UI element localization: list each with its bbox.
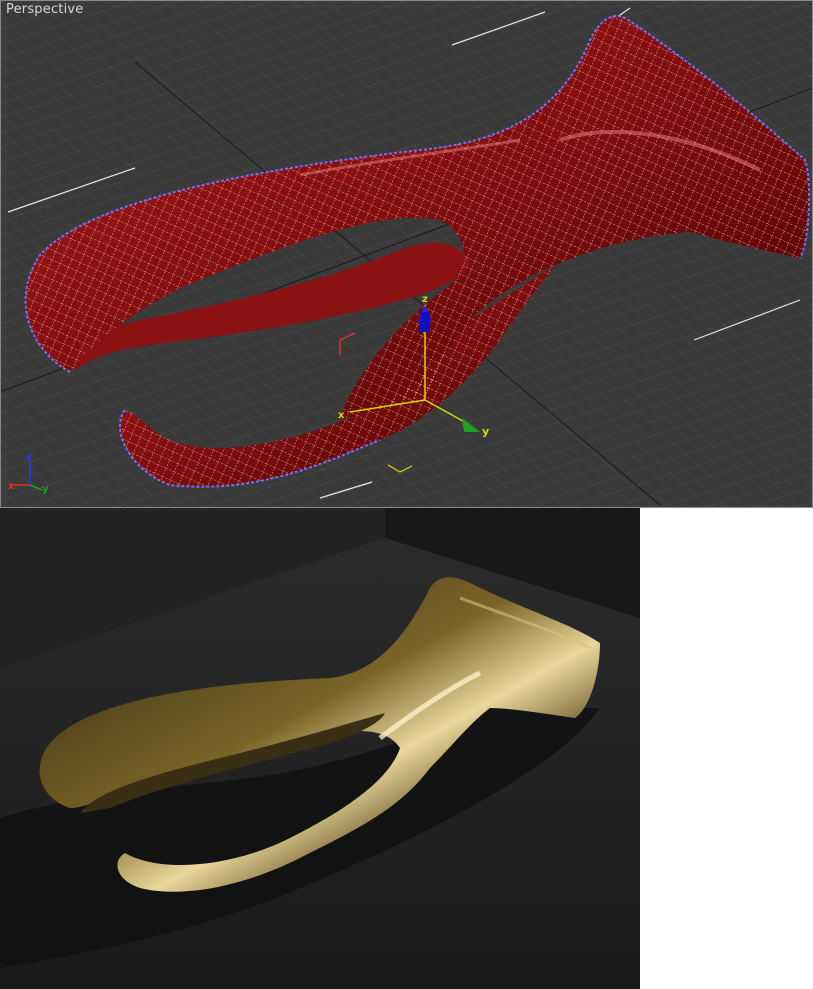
perspective-viewport[interactable]: y z x x y z Perspective: [0, 0, 813, 508]
tripod-z-label: z: [26, 452, 32, 463]
viewport-canvas[interactable]: y z x x y z: [0, 0, 813, 508]
tripod-x-label: x: [8, 481, 15, 492]
gizmo-z-label: z: [422, 294, 428, 305]
render-canvas: [0, 508, 640, 989]
empty-area: [640, 508, 813, 989]
render-output: [0, 508, 640, 989]
viewport-label[interactable]: Perspective: [6, 2, 84, 17]
gizmo-x-label: x: [338, 410, 345, 421]
tripod-y-label: y: [42, 484, 49, 495]
gizmo-y-label: y: [482, 425, 489, 438]
